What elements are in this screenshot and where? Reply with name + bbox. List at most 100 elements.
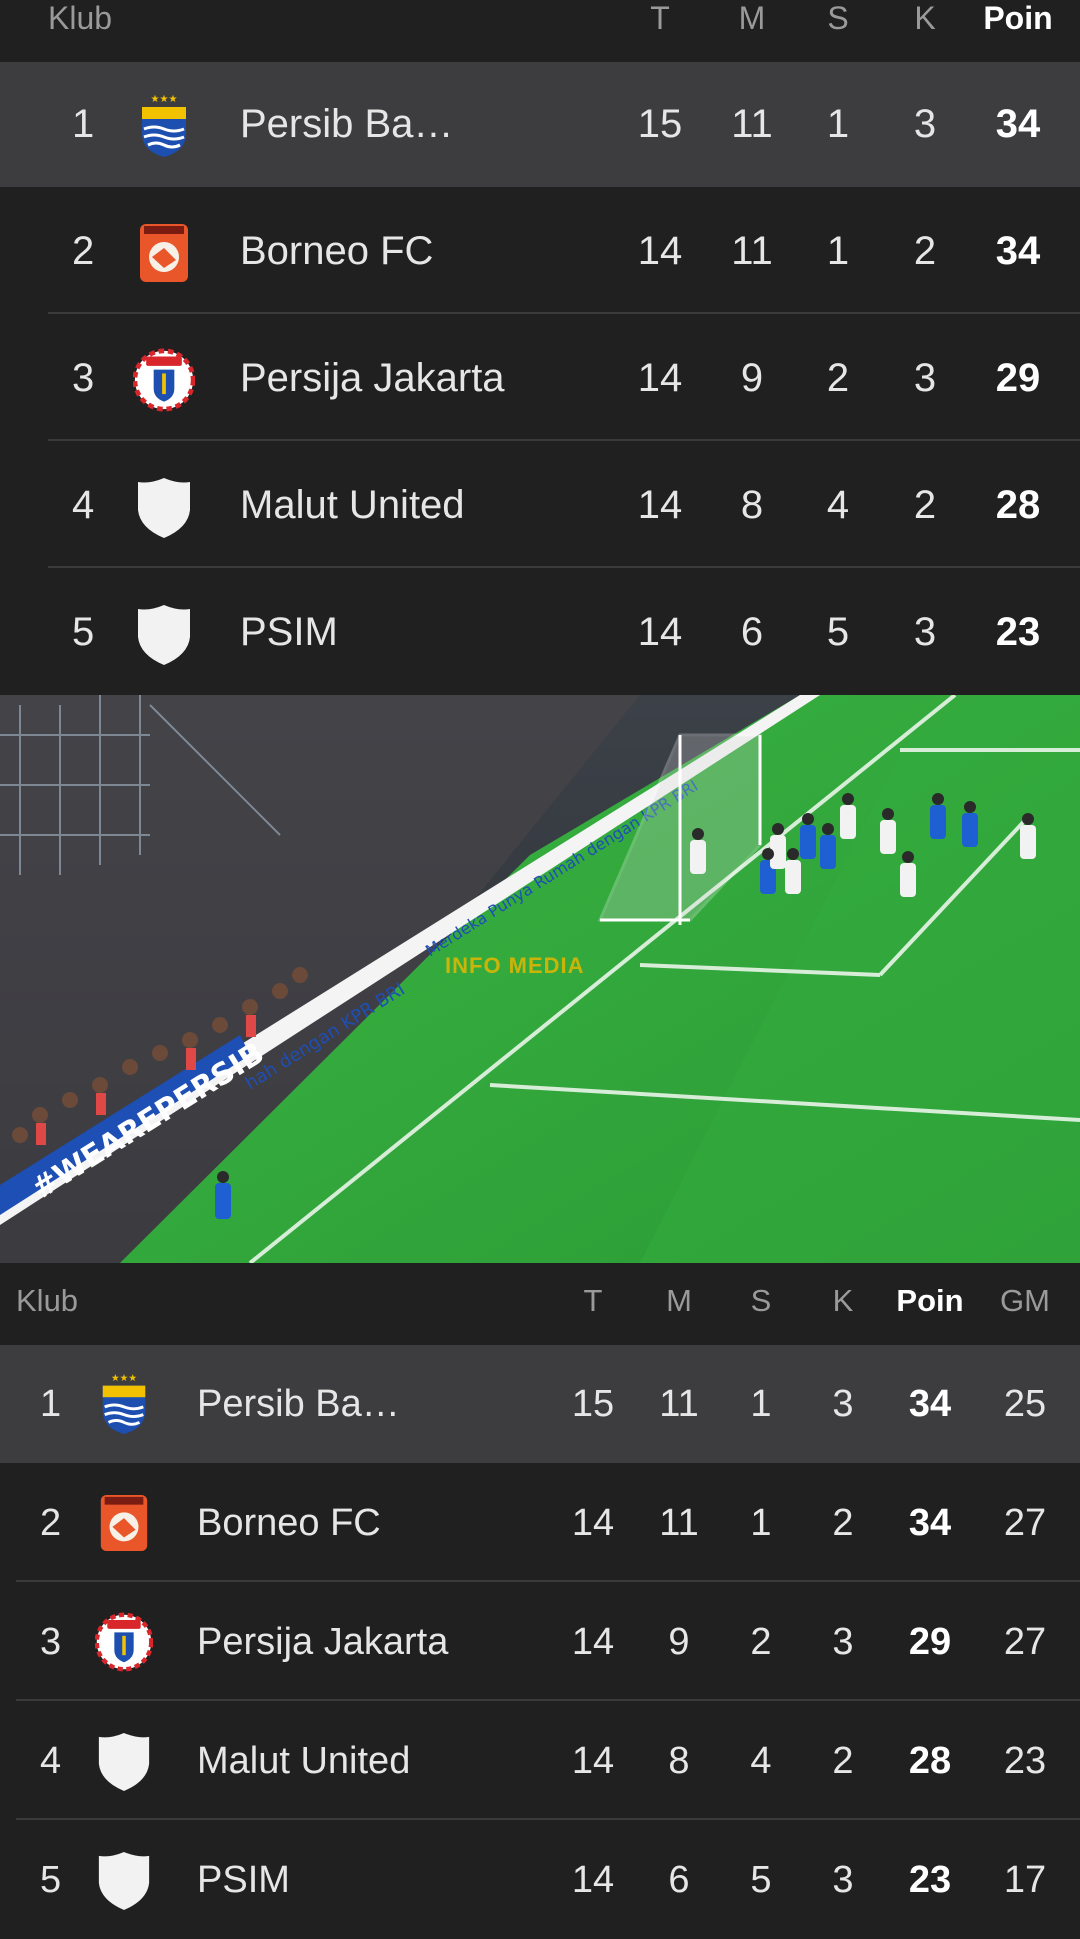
points: 28 <box>908 1740 952 1782</box>
match-video-frame[interactable]: #WEAREPERSIB hah dengan KPR BRI Merdeka … <box>0 695 1080 1263</box>
header-t: T <box>650 0 670 36</box>
row-divider <box>16 1818 1080 1820</box>
standings-table-bottom: Klub T M S K Poin GM 1 ★★★ Persib Ba… 15… <box>0 1265 1080 1920</box>
played: 14 <box>637 483 683 527</box>
played: 14 <box>637 356 683 400</box>
rank: 1 <box>72 102 95 146</box>
lost: 3 <box>832 1621 854 1663</box>
points: 34 <box>908 1502 952 1544</box>
drawn: 5 <box>750 1859 772 1901</box>
table-row[interactable]: 2 Borneo FC 14 11 1 2 34 <box>0 189 1080 314</box>
header-club: Klub <box>48 0 113 36</box>
drawn: 2 <box>826 356 850 400</box>
rank: 1 <box>40 1383 62 1425</box>
lost: 3 <box>913 610 937 654</box>
header-m: M <box>666 1283 692 1318</box>
table-header: Klub T M S K Poin <box>0 0 1080 62</box>
table-row[interactable]: 5 PSIM 14 6 5 3 23 17 <box>0 1821 1080 1939</box>
table-row[interactable]: 5 PSIM 14 6 5 3 23 <box>0 570 1080 695</box>
persija-crest-icon <box>133 348 195 412</box>
lost: 3 <box>832 1383 854 1425</box>
points: 28 <box>995 483 1041 527</box>
borneo-crest-icon <box>100 1494 148 1552</box>
won: 11 <box>659 1502 699 1544</box>
table-row[interactable]: 2 Borneo FC 14 11 1 2 34 27 <box>0 1464 1080 1582</box>
points: 34 <box>995 102 1041 146</box>
played: 15 <box>637 102 683 146</box>
won: 11 <box>731 102 773 146</box>
club-name: Malut United <box>197 1740 411 1782</box>
goals-scored: 27 <box>1003 1621 1047 1663</box>
goals-scored: 17 <box>1003 1859 1047 1901</box>
table-row[interactable]: 4 Malut United 14 8 4 2 28 23 <box>0 1702 1080 1820</box>
header-poin: Poin <box>983 0 1053 36</box>
goals-scored: 27 <box>1003 1502 1047 1544</box>
points: 29 <box>908 1621 952 1663</box>
header-poin: Poin <box>896 1283 964 1318</box>
played: 14 <box>571 1740 615 1782</box>
club-name: Persib Ba… <box>197 1383 400 1425</box>
table-row[interactable]: 3 Persija Jakarta 14 9 2 3 29 <box>0 316 1080 441</box>
played: 14 <box>571 1502 615 1544</box>
lost: 2 <box>913 229 937 273</box>
lost: 3 <box>913 356 937 400</box>
lost: 3 <box>913 102 937 146</box>
rank: 3 <box>72 356 95 400</box>
club-name: Persib Ba… <box>240 102 454 146</box>
lost: 2 <box>913 483 937 527</box>
borneo-crest-icon <box>140 224 188 282</box>
drawn: 1 <box>750 1502 772 1544</box>
match-scene: #WEAREPERSIB hah dengan KPR BRI Merdeka … <box>0 695 1080 1263</box>
watermark-text: INFO MEDIA <box>445 953 585 978</box>
header-k: K <box>914 0 936 36</box>
played: 14 <box>637 229 683 273</box>
header-club: Klub <box>16 1283 79 1318</box>
placeholder-shield-icon <box>138 605 190 665</box>
rank: 5 <box>40 1859 62 1901</box>
won: 11 <box>659 1383 699 1425</box>
lost: 3 <box>832 1859 854 1901</box>
club-name: Malut United <box>240 483 465 527</box>
header-t: T <box>583 1283 603 1318</box>
placeholder-shield-icon <box>98 1732 150 1791</box>
persib-crest-icon: ★★★ <box>142 94 186 157</box>
persija-crest-icon <box>95 1612 153 1672</box>
won: 6 <box>668 1859 690 1901</box>
club-name: Persija Jakarta <box>240 356 505 400</box>
won: 8 <box>668 1740 690 1782</box>
won: 6 <box>740 610 764 654</box>
row-divider <box>16 1699 1080 1701</box>
drawn: 1 <box>750 1383 772 1425</box>
table-row[interactable]: 1 ★★★ Persib Ba… 15 11 1 3 34 25 <box>0 1345 1080 1463</box>
rank: 4 <box>72 483 95 527</box>
svg-text:★★★: ★★★ <box>151 94 178 105</box>
goals-scored: 25 <box>1003 1383 1047 1425</box>
rank: 3 <box>40 1621 62 1663</box>
row-divider <box>48 566 1080 568</box>
won: 9 <box>668 1621 690 1663</box>
won: 9 <box>740 356 764 400</box>
svg-text:★★★: ★★★ <box>111 1373 137 1384</box>
table-row[interactable]: 3 Persija Jakarta 14 9 2 3 29 27 <box>0 1583 1080 1701</box>
header-gm: GM <box>1000 1283 1050 1318</box>
placeholder-shield-icon <box>138 478 190 538</box>
club-name: Borneo FC <box>197 1502 381 1544</box>
points: 23 <box>908 1859 952 1901</box>
played: 14 <box>571 1859 615 1901</box>
played: 14 <box>637 610 683 654</box>
persib-crest-icon: ★★★ <box>102 1373 146 1434</box>
goals-scored: 23 <box>1003 1740 1047 1782</box>
club-name: PSIM <box>240 610 338 654</box>
table-row[interactable]: 1 ★★★ Persib Ba… 15 11 1 3 34 <box>0 62 1080 187</box>
club-name: PSIM <box>197 1859 290 1901</box>
lost: 2 <box>832 1740 854 1782</box>
won: 8 <box>740 483 764 527</box>
points: 23 <box>995 610 1041 654</box>
placeholder-shield-icon <box>98 1851 150 1910</box>
row-divider <box>16 1580 1080 1582</box>
row-divider <box>48 312 1080 314</box>
points: 34 <box>995 229 1041 273</box>
standings-table-top: Klub T M S K Poin 1 ★★★ Persib Ba… 15 11… <box>0 0 1080 693</box>
table-row[interactable]: 4 Malut United 14 8 4 2 28 <box>0 443 1080 568</box>
won: 11 <box>731 229 773 273</box>
